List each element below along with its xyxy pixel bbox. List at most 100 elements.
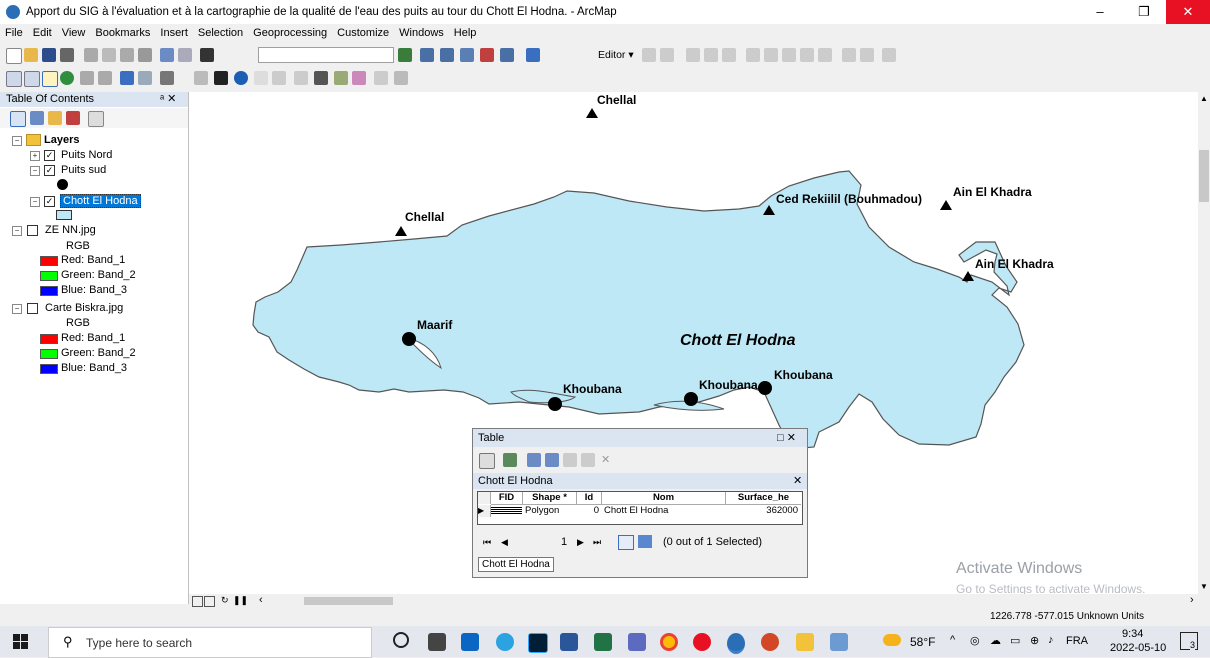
create-features-icon[interactable] [860,48,874,62]
table-window-controls[interactable]: □ ✕ [777,431,796,444]
opera-icon[interactable] [693,633,711,651]
table-of-contents-icon[interactable] [420,48,434,62]
split-tool-icon[interactable] [746,48,760,62]
scroll-left-icon[interactable]: ‹ [259,594,263,606]
menu-edit[interactable]: Edit [28,24,57,39]
last-record-icon[interactable]: ⏭ [593,537,601,548]
full-extent-icon[interactable] [60,71,74,85]
vertical-scroll-thumb[interactable] [1199,150,1209,202]
column-header-shape[interactable]: Shape * [523,492,577,505]
select-features-icon[interactable] [160,71,174,85]
add-data-icon[interactable] [200,48,214,62]
chott-el-hodna-polygon[interactable] [252,170,1025,450]
html-popup-icon[interactable] [272,71,286,85]
triangle-marker-chellal-north[interactable] [586,108,598,118]
show-all-records-icon[interactable] [618,535,634,550]
tray-language[interactable]: FRA [1066,635,1088,647]
zoom-in-icon[interactable] [6,71,22,87]
menu-windows[interactable]: Windows [394,24,449,39]
editor-menu-button[interactable]: Editor ▾ [598,49,634,61]
data-view-icon[interactable] [192,596,203,607]
menu-insert[interactable]: Insert [155,24,193,39]
surface-cell[interactable]: 362000 [726,505,798,517]
powerpoint-icon[interactable] [761,633,779,651]
go-to-xy-icon[interactable] [352,71,366,85]
arctoolbox-icon[interactable] [480,48,494,62]
menu-selection[interactable]: Selection [193,24,248,39]
weather-temperature[interactable]: 58°F [910,635,935,649]
menu-customize[interactable]: Customize [332,24,394,39]
paste-icon[interactable] [120,48,134,62]
delete-icon[interactable] [138,48,152,62]
measure-icon[interactable] [294,71,308,85]
current-row-indicator[interactable]: ▶ [478,505,491,517]
fixed-zoom-out-icon[interactable] [98,71,112,85]
clear-table-selection-icon[interactable] [563,453,577,467]
create-viewer-icon[interactable] [394,71,408,85]
map-scale-combo[interactable] [258,47,394,63]
fid-cell-selected[interactable] [491,507,522,515]
edit-annotation-icon[interactable] [660,48,674,62]
column-header-nom[interactable]: Nom [602,492,726,505]
paint-icon[interactable] [830,633,848,651]
polygon-symbol-icon[interactable] [56,210,72,220]
collapse-icon[interactable]: − [30,197,40,207]
identify-icon[interactable] [234,71,248,85]
weather-icon[interactable] [883,634,901,646]
model-builder-icon[interactable] [526,48,540,62]
next-record-icon[interactable]: ▶ [577,537,584,548]
attributes-icon[interactable] [818,48,832,62]
cut-polygon-icon[interactable] [782,48,796,62]
layer-visibility-checkbox[interactable] [27,303,38,314]
sketch-tool-icon[interactable] [704,48,718,62]
menu-geoprocessing[interactable]: Geoprocessing [248,24,332,39]
find-route-icon[interactable] [334,71,348,85]
tray-battery-icon[interactable]: ▭ [1010,634,1020,647]
open-folder-icon[interactable] [24,48,38,62]
time-slider-icon[interactable] [374,71,388,85]
editor-options-icon[interactable] [882,48,896,62]
layer-visibility-checkbox[interactable]: ✓ [44,165,55,176]
print-icon[interactable] [60,48,74,62]
collapse-icon[interactable]: − [12,304,22,314]
snip-tool-icon[interactable] [628,633,646,651]
select-elements-icon[interactable] [214,71,228,85]
triangle-marker-ain-el-khadra-1[interactable] [940,200,952,210]
tray-chevron-icon[interactable]: ^ [950,634,955,646]
reshape-icon[interactable] [764,48,778,62]
redo-icon[interactable] [178,48,192,62]
collapse-icon[interactable]: − [12,136,22,146]
first-record-icon[interactable]: ⏮ [483,537,491,548]
search-window-icon[interactable] [460,48,474,62]
tray-onedrive-icon[interactable]: ☁ [990,634,1001,647]
scroll-up-icon[interactable]: ▲ [1200,94,1208,103]
list-by-drawing-order-icon[interactable] [10,111,26,127]
trace-icon[interactable] [722,48,736,62]
straight-segment-icon[interactable] [686,48,700,62]
list-by-selection-icon[interactable] [66,111,80,125]
menu-view[interactable]: View [57,24,91,39]
tray-time[interactable]: 9:34 [1122,628,1143,640]
file-explorer-icon[interactable] [796,633,814,651]
layout-view-icon[interactable] [204,596,215,607]
related-tables-icon[interactable] [503,453,517,467]
notification-center-icon[interactable] [1180,632,1198,650]
id-cell[interactable]: 0 [577,505,599,517]
task-view-icon[interactable] [428,633,446,651]
copy-icon[interactable] [102,48,116,62]
circle-marker-khoubana-2[interactable] [684,392,698,406]
editor-toolbar-icon[interactable] [398,48,412,62]
save-icon[interactable] [42,48,56,62]
minimize-button[interactable]: – [1078,0,1122,24]
delete-selected-icon[interactable]: ✕ [601,453,610,466]
circle-marker-maarif[interactable] [402,332,416,346]
expand-icon[interactable]: + [30,151,40,161]
attribute-grid[interactable]: FID Shape * Id Nom Surface_he ▶ Polygon … [477,491,803,525]
select-by-attributes-icon[interactable] [527,453,541,467]
forward-extent-icon[interactable] [138,71,152,85]
cortana-icon[interactable] [393,632,409,648]
windows-start-icon[interactable] [13,634,29,650]
pause-drawing-icon[interactable]: ❚❚ [233,595,248,606]
tray-network-icon[interactable]: ⊕ [1030,634,1039,647]
triangle-marker-chellal-west[interactable] [395,226,407,236]
